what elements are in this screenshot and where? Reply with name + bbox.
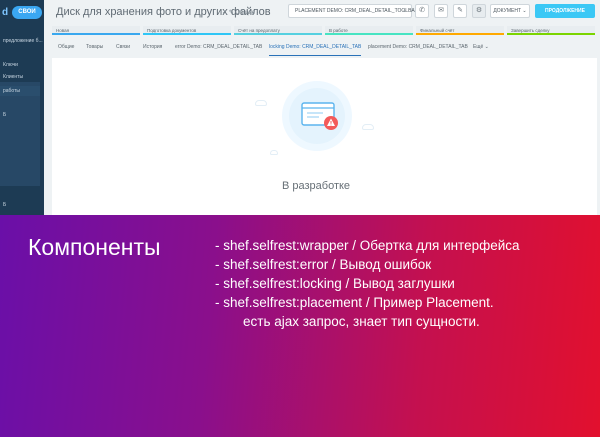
component-line: - shef.selfrest:error / Вывод ошибок bbox=[215, 257, 432, 272]
stage-item[interactable]: Финальный счёт bbox=[416, 26, 504, 35]
sidebar-item[interactable]: Клиенты bbox=[0, 72, 44, 82]
detail-tabs: Общие Товары Связи История error Demo: C… bbox=[52, 40, 597, 56]
chevron-down-icon: ⌄ bbox=[401, 8, 407, 14]
stage-item[interactable]: Завершить сделку bbox=[507, 26, 595, 35]
stage-bar bbox=[234, 33, 322, 35]
stage-item[interactable]: Новая bbox=[52, 26, 140, 35]
stage-bar bbox=[325, 33, 413, 35]
stage-item[interactable]: Счёт на предоплату bbox=[234, 26, 322, 35]
cloud-icon bbox=[362, 124, 374, 130]
crm-screenshot: d СВОИ предложение б... Ключи Клиенты ра… bbox=[0, 0, 600, 215]
cloud-icon bbox=[270, 150, 278, 155]
stage-item[interactable]: В работе bbox=[325, 26, 413, 35]
in-development-text: В разработке bbox=[282, 180, 351, 192]
document-button[interactable]: ДОКУМЕНТ ⌄ bbox=[490, 4, 530, 18]
proceed-button-label: ПРОДОЛЖЕНИЕ bbox=[545, 8, 585, 14]
phone-icon[interactable]: ✆ bbox=[415, 4, 429, 18]
components-banner: Компоненты - shef.selfrest:wrapper / Обе… bbox=[0, 215, 600, 437]
cloud-icon bbox=[255, 100, 267, 106]
stage-bar bbox=[52, 33, 140, 35]
stage-item[interactable]: Подготовка документов bbox=[143, 26, 231, 35]
sidebar-submenu-panel bbox=[0, 82, 40, 186]
stage-bar bbox=[416, 33, 504, 35]
left-sidebar: d СВОИ предложение б... Ключи Клиенты ра… bbox=[0, 0, 44, 215]
components-list: - shef.selfrest:wrapper / Обертка для ин… bbox=[215, 236, 595, 331]
chat-icon[interactable]: ✎ bbox=[453, 4, 467, 18]
browser-window-warning-icon bbox=[301, 102, 338, 130]
sidebar-item[interactable]: предложение б... bbox=[0, 36, 44, 46]
component-line-note: есть ajax запрос, знает тип сущности. bbox=[243, 314, 480, 329]
tab-more[interactable]: Ещё ⌄ bbox=[473, 40, 489, 56]
sidebar-logo: d bbox=[2, 7, 9, 18]
stage-bar bbox=[507, 33, 595, 35]
tab-locking-demo[interactable]: locking Demo: CRM_DEAL_DETAIL_TAB bbox=[269, 40, 362, 56]
tab-placement-demo[interactable]: placement Demo: CRM_DEAL_DETAIL_TAB bbox=[368, 40, 468, 56]
component-line: - shef.selfrest:wrapper / Обертка для ин… bbox=[215, 238, 520, 253]
proceed-button[interactable]: ПРОДОЛЖЕНИЕ bbox=[535, 4, 595, 18]
tab-history[interactable]: История bbox=[143, 40, 162, 56]
sidebar-item-active[interactable]: работы bbox=[0, 86, 40, 96]
title-actions[interactable]: ✓ ✎ Общее · bbox=[222, 9, 259, 16]
component-line: - shef.selfrest:locking / Вывод заглушки bbox=[215, 276, 455, 291]
sidebar-create-button[interactable]: СВОИ bbox=[12, 6, 42, 19]
component-line: - shef.selfrest:placement / Пример Place… bbox=[215, 295, 494, 310]
banner-title: Компоненты bbox=[28, 234, 161, 260]
tab-general[interactable]: Общие bbox=[58, 40, 74, 56]
sidebar-item[interactable]: Б bbox=[0, 110, 44, 120]
tab-products[interactable]: Товары bbox=[86, 40, 103, 56]
gear-icon[interactable]: ⚙ bbox=[472, 4, 486, 18]
stage-bar bbox=[143, 33, 231, 35]
pipeline-stages: Новая Подготовка документов Счёт на пред… bbox=[52, 26, 597, 35]
sidebar-item[interactable]: Ключи bbox=[0, 60, 44, 70]
mail-icon[interactable]: ✉ bbox=[434, 4, 448, 18]
tab-links[interactable]: Связи bbox=[116, 40, 130, 56]
placement-select-value: PLACEMENT DEMO: CRM_DEAL_DETAIL_TOOLBAR bbox=[295, 8, 419, 14]
document-button-label: ДОКУМЕНТ bbox=[493, 8, 521, 14]
sidebar-item[interactable]: Б bbox=[0, 200, 44, 210]
tab-error-demo[interactable]: error Demo: CRM_DEAL_DETAIL_TAB bbox=[175, 40, 262, 56]
placement-select[interactable]: PLACEMENT DEMO: CRM_DEAL_DETAIL_TOOLBAR … bbox=[288, 4, 418, 18]
